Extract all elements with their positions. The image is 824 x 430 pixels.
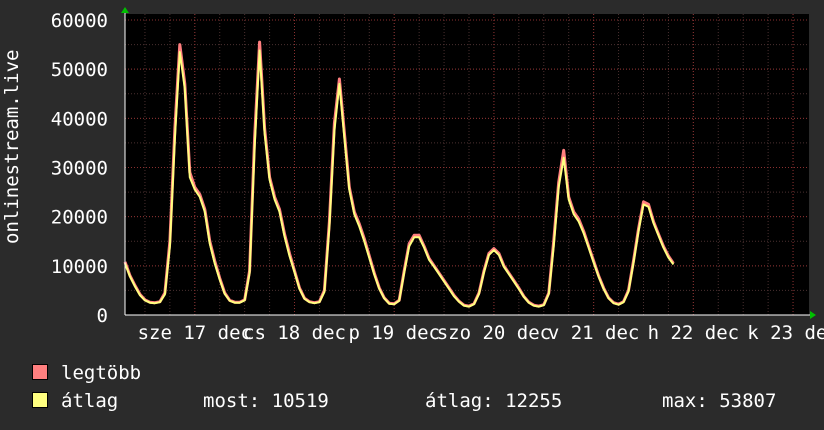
y-tick-label: 0: [97, 305, 108, 327]
y-tick-label: 10000: [51, 256, 108, 278]
x-tick-label: v 21 dec: [548, 322, 640, 344]
y-tick-label: 40000: [51, 108, 108, 130]
x-axis: sze 17 deccs 18 dec p 19 decszo 20 decv 2…: [138, 322, 824, 344]
plot-background: [125, 14, 809, 315]
y-tick-label: 60000: [51, 10, 108, 32]
y-axis-label: onlinestream.live: [1, 49, 23, 244]
x-tick-label: k 23 dec: [747, 322, 824, 344]
legend-swatch-max: [32, 364, 48, 380]
y-axis-arrow-icon: [121, 7, 129, 13]
x-tick-label: cs 18 dec: [243, 322, 346, 344]
y-tick-label: 30000: [51, 158, 108, 180]
y-tick-label: 20000: [51, 207, 108, 229]
legend-label-avg: átlag: [61, 390, 119, 412]
y-tick-label: 50000: [51, 59, 108, 81]
stat-now: most: 10519: [203, 390, 329, 412]
x-axis-arrow-icon: [810, 311, 816, 319]
legend-label-max: legtöbb: [61, 362, 142, 384]
stat-avg: átlag: 12255: [425, 390, 563, 412]
x-tick-label: p 19 dec: [348, 322, 440, 344]
legend-item-avg: átlag: [32, 390, 118, 412]
stat-max: max: 53807: [662, 390, 777, 412]
chart: 0 10000 20000 30000 40000 50000 60000 sze 17 d…: [51, 7, 824, 344]
x-tick-label: sze 17 dec: [138, 322, 252, 344]
y-axis: 0 10000 20000 30000 40000 50000 60000: [51, 10, 108, 327]
legend-swatch-avg: [32, 392, 48, 408]
x-tick-label: szo 20 dec: [437, 322, 551, 344]
legend-item-max: legtöbb: [32, 362, 141, 384]
x-tick-label: h 22 dec: [648, 322, 740, 344]
